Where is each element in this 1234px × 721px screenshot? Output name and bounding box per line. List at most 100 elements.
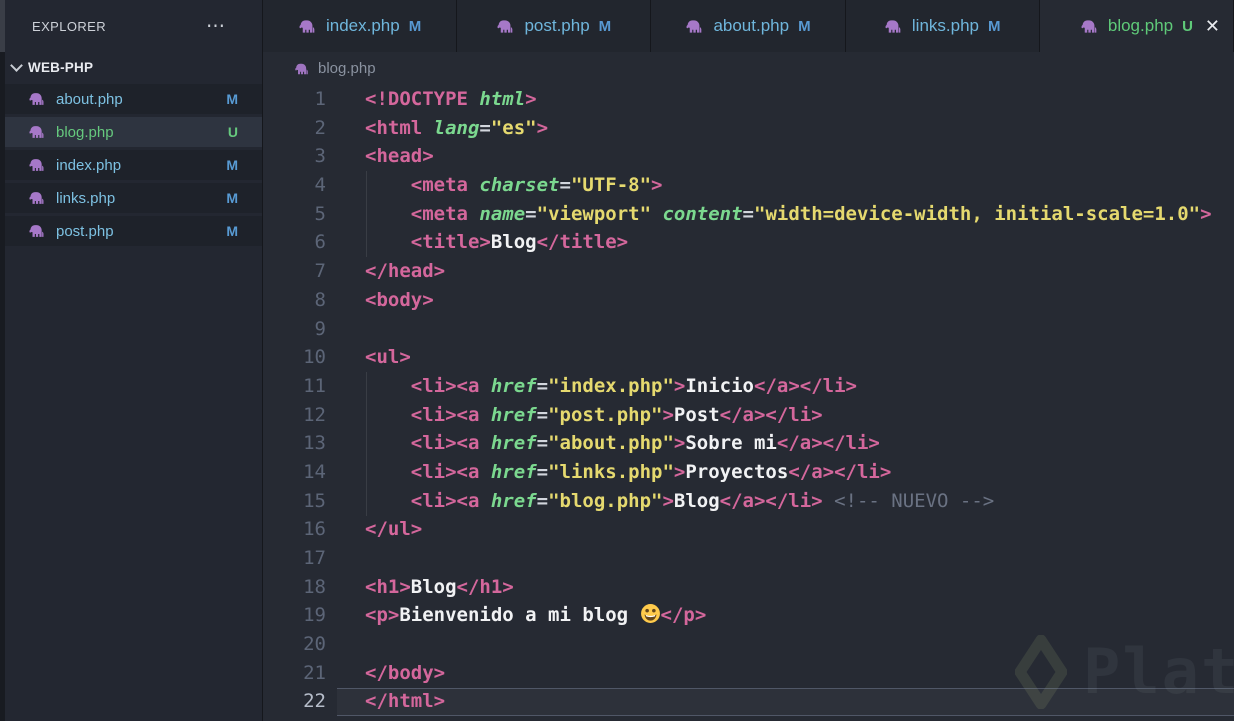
tab-label: blog.php: [1107, 16, 1174, 35]
code-line-13[interactable]: 13 <li><a href="about.php">Sobre mi</a><…: [263, 429, 1234, 458]
php-file-icon: [685, 17, 704, 36]
file-item-blog.php[interactable]: blog.php U: [0, 117, 262, 147]
folder-web-php[interactable]: WEB-PHP: [0, 52, 262, 82]
folder-label: WEB-PHP: [28, 59, 94, 75]
line-content: <li><a href="blog.php">Blog</a></li> <!-…: [410, 489, 995, 512]
code-area[interactable]: Platzi 1<!DOCTYPE html>2<html lang="es">…: [263, 85, 1234, 721]
line-number: 11: [303, 374, 326, 397]
line-content: </head>: [365, 260, 446, 283]
git-status-badge: U: [1182, 17, 1193, 35]
code-line-22[interactable]: 22 </html>: [263, 687, 1234, 716]
git-status-badge: U: [227, 124, 238, 140]
code-line-15[interactable]: 15 <li><a href="blog.php">Blog</a></li> …: [263, 487, 1234, 516]
code-line-11[interactable]: 11 <li><a href="index.php">Inicio</a></l…: [263, 372, 1234, 401]
line-number: 3: [314, 145, 326, 168]
line-content: <li><a href="index.php">Inicio</a></li>: [410, 374, 857, 397]
line-content: <li><a href="about.php">Sobre mi</a></li…: [410, 432, 880, 455]
line-number: 10: [303, 346, 326, 369]
php-file-icon: [1080, 17, 1099, 36]
tab-about.php[interactable]: about.php M: [651, 0, 846, 52]
line-content: <li><a href="links.php">Proyectos</a></l…: [410, 460, 892, 483]
tab-links.php[interactable]: links.php M: [845, 0, 1040, 52]
php-file-icon: [28, 123, 46, 141]
file-item-about.php[interactable]: about.php M: [0, 84, 262, 114]
code-line-16[interactable]: 16 </ul>: [263, 515, 1234, 544]
line-number: 8: [314, 288, 326, 311]
line-number: 5: [314, 202, 326, 225]
php-file-icon: [28, 189, 46, 207]
line-number: 20: [303, 633, 326, 656]
line-number: 7: [314, 260, 326, 283]
explorer-sidebar: EXPLORER ⋯ WEB-PHP about.php Mblog.php Uin…: [0, 0, 263, 721]
breadcrumb[interactable]: blog.php: [263, 52, 1234, 85]
line-content: <meta charset="UTF-8">: [410, 174, 663, 197]
line-number: 18: [303, 575, 326, 598]
code-line-20[interactable]: 20: [263, 630, 1234, 659]
file-name: links.php: [56, 189, 116, 207]
php-file-icon: [496, 17, 515, 36]
close-icon[interactable]: ✕: [1205, 17, 1220, 35]
code-line-6[interactable]: 6 <title>Blog</title>: [263, 228, 1234, 257]
code-line-21[interactable]: 21 </body>: [263, 659, 1234, 688]
line-content: <html lang="es">: [365, 116, 549, 139]
tab-blog.php[interactable]: blog.php U ✕: [1039, 0, 1234, 52]
php-file-icon: [28, 90, 46, 108]
file-item-index.php[interactable]: index.php M: [0, 150, 262, 180]
code-line-18[interactable]: 18 <h1>Blog</h1>: [263, 573, 1234, 602]
code-line-3[interactable]: 3 <head>: [263, 142, 1234, 171]
code-line-10[interactable]: 10 <ul>: [263, 343, 1234, 372]
line-content: </body>: [365, 661, 446, 684]
line-number: 1: [314, 88, 326, 110]
code-line-9[interactable]: 9: [263, 315, 1234, 344]
editor-tabs-bar: index.php Mpost.php Mabout.php Mlinks.php Mb…: [263, 0, 1234, 52]
git-status-badge: M: [408, 17, 422, 35]
code-line-19[interactable]: 19 <p>Bienvenido a mi blog </p>: [263, 601, 1234, 630]
code-line-14[interactable]: 14 <li><a href="links.php">Proyectos</a>…: [263, 458, 1234, 487]
php-file-icon: [28, 222, 46, 240]
git-status-badge: M: [598, 17, 612, 35]
file-name: post.php: [56, 222, 114, 240]
chevron-down-icon: [10, 58, 23, 72]
code-line-17[interactable]: 17: [263, 544, 1234, 573]
line-content: <title>Blog</title>: [410, 231, 629, 254]
line-content: <p>Bienvenido a mi blog </p>: [365, 601, 706, 630]
line-number: 4: [314, 174, 326, 197]
code-line-8[interactable]: 8 <body>: [263, 286, 1234, 315]
line-number: 9: [314, 317, 326, 340]
file-name: index.php: [56, 156, 122, 174]
code-line-12[interactable]: 12 <li><a href="post.php">Post</a></li>: [263, 401, 1234, 430]
tab-label: post.php: [524, 16, 590, 35]
code-line-1[interactable]: 1 <!DOCTYPE html>: [263, 85, 1234, 114]
tab-label: about.php: [713, 16, 790, 35]
php-file-icon: [298, 17, 317, 36]
code-line-4[interactable]: 4 <meta charset="UTF-8">: [263, 171, 1234, 200]
line-number: 22: [303, 690, 326, 713]
left-edge-strip-bottom: [0, 52, 5, 721]
code-line-5[interactable]: 5 <meta name="viewport" content="width=d…: [263, 200, 1234, 229]
line-number: 2: [314, 116, 326, 139]
line-content: <body>: [365, 288, 434, 311]
php-file-icon: [884, 17, 903, 36]
more-actions-icon[interactable]: ⋯: [206, 15, 226, 38]
code-line-2[interactable]: 2 <html lang="es">: [263, 114, 1234, 143]
code-line-7[interactable]: 7 </head>: [263, 257, 1234, 286]
tab-label: index.php: [325, 16, 400, 35]
file-item-post.php[interactable]: post.php M: [0, 216, 262, 246]
line-number: 14: [303, 460, 326, 483]
code-line-23[interactable]: 23: [263, 716, 1234, 721]
explorer-header: EXPLORER ⋯: [0, 0, 262, 52]
php-file-icon: [28, 156, 46, 174]
file-name: blog.php: [56, 123, 114, 141]
git-status-badge: M: [226, 91, 238, 107]
line-number: 12: [303, 403, 326, 426]
line-content: <h1>Blog</h1>: [365, 575, 514, 598]
file-item-links.php[interactable]: links.php M: [0, 183, 262, 213]
line-content: <!DOCTYPE html>: [365, 88, 537, 110]
line-number: 19: [303, 604, 326, 627]
line-number: 17: [303, 547, 326, 569]
file-name: about.php: [56, 90, 123, 108]
tab-post.php[interactable]: post.php M: [457, 0, 652, 52]
line-content: <ul>: [365, 346, 411, 369]
smiley-emoji: [640, 603, 661, 633]
tab-index.php[interactable]: index.php M: [263, 0, 458, 52]
